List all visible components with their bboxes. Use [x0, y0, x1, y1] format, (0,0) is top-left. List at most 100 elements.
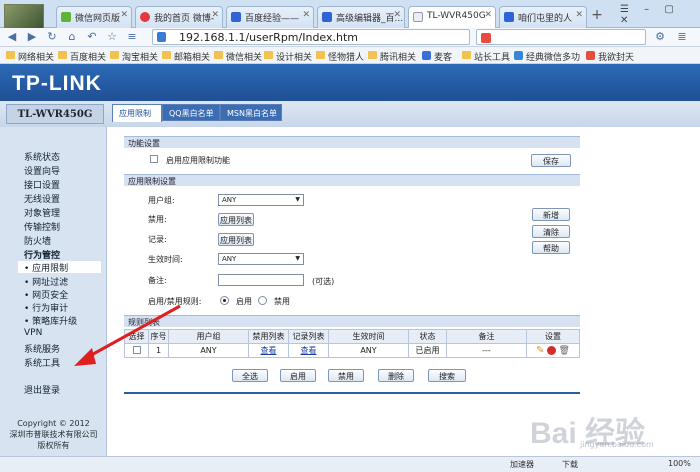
- disable-icon[interactable]: [546, 346, 556, 355]
- zoom-level[interactable]: 100%: [668, 459, 691, 468]
- search-input[interactable]: [476, 29, 646, 45]
- sidebar-item-app-limit[interactable]: • 应用限制: [18, 261, 101, 274]
- bookmark-folder[interactable]: 微信相关: [214, 50, 262, 63]
- bookmark-star-icon[interactable]: ☆: [104, 29, 120, 45]
- enable-rule-radio[interactable]: [220, 296, 229, 305]
- select-all-button[interactable]: 全选: [232, 369, 268, 382]
- browser-tab[interactable]: 我的首页 微博- ✕: [135, 6, 223, 28]
- sidebar-item-url-filter[interactable]: • 网址过滤: [24, 275, 68, 288]
- user-group-select[interactable]: ANY ▼: [218, 194, 304, 206]
- close-icon[interactable]: ✕: [120, 10, 128, 20]
- add-button[interactable]: 新增: [532, 208, 570, 221]
- section-rule-header: 应用限制设置: [124, 174, 580, 186]
- row-status: 已启用: [408, 343, 447, 358]
- column-header: 设置: [526, 329, 580, 344]
- sidebar-item-audit[interactable]: • 行为审计: [24, 301, 68, 314]
- bookmark-folder[interactable]: 设计相关: [264, 50, 312, 63]
- disable-button[interactable]: 禁用: [328, 369, 364, 382]
- bookmark-label: 微信相关: [226, 53, 263, 63]
- sidebar-item-firewall[interactable]: 防火墙: [24, 234, 51, 247]
- close-icon[interactable]: ✕: [575, 10, 583, 20]
- search-engine-icon: [481, 33, 491, 43]
- browser-tab[interactable]: 微信网页版 ✕: [56, 6, 132, 28]
- settings-icon[interactable]: ≣: [674, 29, 690, 45]
- accelerator-item[interactable]: 加速器: [510, 459, 534, 470]
- sidebar-item-services[interactable]: 系统服务: [24, 342, 60, 355]
- clear-button[interactable]: 清除: [532, 225, 570, 238]
- bookmark-link[interactable]: 经典微信多功: [514, 50, 580, 63]
- help-button[interactable]: 帮助: [532, 241, 570, 254]
- search-button[interactable]: 搜索: [428, 369, 466, 382]
- status-bar: 加速器 下载 100%: [0, 456, 700, 472]
- bookmark-folder[interactable]: 怪物猎人: [316, 50, 364, 63]
- time-select[interactable]: ANY ▼: [218, 253, 304, 265]
- bookmark-folder[interactable]: 腾讯相关: [368, 50, 416, 63]
- forward-icon[interactable]: ▶: [24, 29, 40, 45]
- bookmark-link[interactable]: 我欲封天: [586, 50, 634, 63]
- bookmark-folder[interactable]: 百度相关: [58, 50, 106, 63]
- window-controls[interactable]: ☰ – ▢ ✕: [620, 4, 700, 26]
- column-header: 状态: [408, 329, 447, 344]
- tab-msn-list[interactable]: MSN黑白名单: [220, 104, 282, 121]
- close-icon[interactable]: ✕: [302, 10, 310, 20]
- bookmark-link[interactable]: 麦客: [422, 50, 452, 63]
- menu-icon[interactable]: ≡: [124, 29, 140, 45]
- model-name: TL-WVR450G: [6, 104, 104, 124]
- sidebar-item-wireless[interactable]: 无线设置: [24, 192, 60, 205]
- home-icon[interactable]: ⌂: [64, 29, 80, 45]
- folder-icon: [214, 51, 223, 59]
- enable-button[interactable]: 启用: [280, 369, 316, 382]
- disable-rule-radio[interactable]: [258, 296, 267, 305]
- download-item[interactable]: 下载: [562, 459, 578, 470]
- trash-icon[interactable]: 🗑: [559, 346, 570, 356]
- time-label: 生效时间:: [148, 255, 183, 264]
- sidebar-item-vpn[interactable]: VPN: [24, 328, 42, 338]
- bookmark-folder[interactable]: 邮箱相关: [162, 50, 210, 63]
- close-icon[interactable]: ✕: [484, 10, 492, 20]
- tab-qq-list[interactable]: QQ黑白名单: [162, 104, 220, 121]
- block-app-list-button[interactable]: 应用列表: [218, 213, 254, 226]
- sidebar-item-policy-upgrade[interactable]: • 策略库升级: [24, 314, 77, 327]
- browser-tab[interactable]: 百度经验—— ✕: [226, 6, 314, 28]
- sidebar-item-transfer[interactable]: 传输控制: [24, 220, 60, 233]
- note-input[interactable]: [218, 274, 304, 286]
- tab-app-limit[interactable]: 应用限制: [112, 104, 162, 122]
- user-group-value: ANY: [222, 196, 237, 204]
- folder-icon: [462, 51, 471, 59]
- edit-icon[interactable]: ✎: [536, 345, 544, 356]
- close-icon[interactable]: ✕: [393, 10, 401, 20]
- close-icon[interactable]: ✕: [211, 10, 219, 20]
- sidebar-item-behavior[interactable]: 行为管控: [24, 248, 60, 261]
- site-icon: [157, 32, 166, 42]
- sidebar-item-setup-wizard[interactable]: 设置向导: [24, 164, 60, 177]
- address-bar[interactable]: 192.168.1.1/userRpm/Index.htm: [152, 29, 470, 45]
- sidebar-item-interface[interactable]: 接口设置: [24, 178, 60, 191]
- browser-tab-active[interactable]: TL-WVR450G ✕: [408, 6, 496, 28]
- row-checkbox[interactable]: [132, 345, 141, 354]
- sidebar-item-system-status[interactable]: 系统状态: [24, 150, 60, 163]
- bookmark-folder[interactable]: 网络相关: [6, 50, 54, 63]
- enable-rule-label: 启用/禁用规则:: [148, 297, 202, 306]
- extensions-icon[interactable]: ⚙: [652, 29, 668, 45]
- undo-icon[interactable]: ↶: [84, 29, 100, 45]
- bookmark-folder[interactable]: 站长工具: [462, 50, 510, 63]
- browser-tab[interactable]: 咱们屯里的人 ✕: [499, 6, 587, 28]
- sidebar-item-logout[interactable]: 退出登录: [24, 383, 60, 396]
- save-button[interactable]: 保存: [531, 154, 571, 167]
- watermark-url: jingyan.baidu.com: [580, 440, 654, 449]
- new-tab-button[interactable]: +: [588, 8, 606, 24]
- bookmark-label: 站长工具: [474, 53, 511, 63]
- view-log-link[interactable]: 查看: [301, 346, 317, 355]
- sidebar-item-objects[interactable]: 对象管理: [24, 206, 60, 219]
- back-icon[interactable]: ◀: [4, 29, 20, 45]
- view-block-link[interactable]: 查看: [261, 346, 277, 355]
- bookmark-folder[interactable]: 淘宝相关: [110, 50, 158, 63]
- delete-button[interactable]: 删除: [378, 369, 414, 382]
- log-app-list-button[interactable]: 应用列表: [218, 233, 254, 246]
- enable-app-limit-checkbox[interactable]: [150, 155, 158, 163]
- sidebar-item-web-security[interactable]: • 网页安全: [24, 288, 68, 301]
- sidebar-item-tools[interactable]: 系统工具: [24, 356, 60, 369]
- user-avatar[interactable]: [4, 4, 44, 30]
- browser-tab[interactable]: 高级编辑器_百... ✕: [317, 6, 405, 28]
- reload-icon[interactable]: ↻: [44, 29, 60, 45]
